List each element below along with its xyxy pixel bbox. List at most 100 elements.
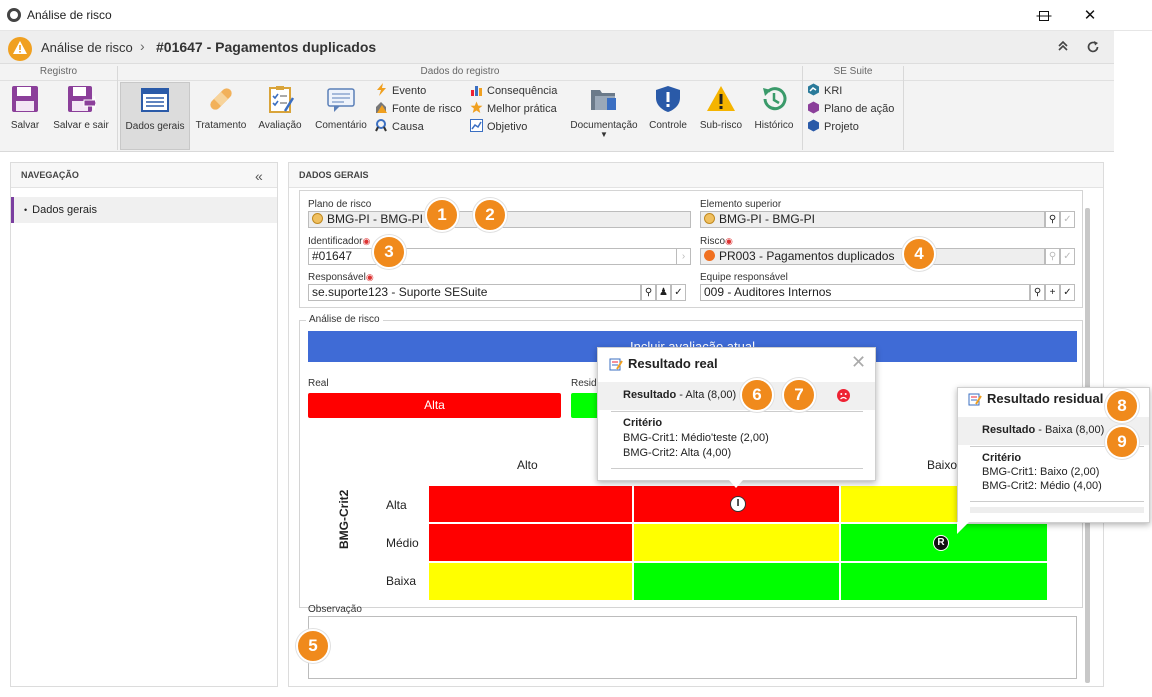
- consequence-label: Consequência: [487, 85, 558, 97]
- documentation-button[interactable]: Documentação ▼: [568, 82, 640, 150]
- refresh-icon[interactable]: [1086, 40, 1100, 57]
- cause-icon: [375, 119, 388, 132]
- comment-button[interactable]: Comentário: [312, 82, 370, 150]
- edit-form-icon: [609, 357, 623, 374]
- cause-label: Causa: [392, 121, 424, 133]
- kri-icon: [807, 83, 820, 96]
- event-button[interactable]: Evento: [375, 82, 467, 100]
- add-icon[interactable]: +: [1045, 284, 1060, 301]
- user-icon[interactable]: ♟: [656, 284, 671, 301]
- checklist-icon: [264, 84, 296, 116]
- action-plan-icon: [807, 101, 820, 114]
- maximize-icon[interactable]: [1021, 0, 1067, 31]
- sidebar-item-label: Dados gerais: [32, 204, 97, 216]
- save-exit-icon: [65, 84, 97, 116]
- residual-marker[interactable]: R: [933, 535, 949, 551]
- search-icon[interactable]: ⚲: [1030, 284, 1045, 301]
- project-button[interactable]: Projeto: [807, 118, 901, 136]
- subrisk-label: Sub-risco: [699, 120, 743, 131]
- matrix-cell[interactable]: [428, 562, 633, 601]
- matrix-cell[interactable]: [633, 523, 840, 562]
- plan-icon: [704, 213, 715, 224]
- parent-element-label: Elemento superior: [700, 199, 782, 210]
- save-button[interactable]: Salvar: [4, 82, 46, 150]
- bar-chart-icon: [470, 83, 483, 96]
- edit-form-icon: [968, 392, 982, 409]
- treatment-label: Tratamento: [195, 120, 247, 131]
- control-label: Controle: [649, 120, 687, 131]
- collapse-left-icon[interactable]: «: [255, 168, 263, 184]
- search-icon[interactable]: ⚲: [641, 284, 656, 301]
- residual-popup-title: Resultado residual: [987, 391, 1104, 406]
- real-marker[interactable]: I: [730, 496, 746, 512]
- best-practice-button[interactable]: Melhor prática: [470, 100, 562, 118]
- column-header: Alto: [517, 458, 538, 472]
- real-result-text: Resultado - Alta (8,00): [623, 389, 737, 401]
- objective-button[interactable]: Objetivo: [470, 118, 562, 136]
- observation-label: Observação: [308, 604, 362, 615]
- breadcrumb-root[interactable]: Análise de risco: [41, 40, 133, 55]
- row-header: Alta: [386, 498, 407, 512]
- window-titlebar: Análise de risco — ✕: [0, 0, 1152, 31]
- callout-badge-6: 6: [740, 378, 774, 412]
- risk-label: Risco◉: [700, 236, 733, 247]
- identifier-label: Identificador◉: [308, 236, 371, 247]
- main-title: DADOS GERAIS: [289, 163, 1103, 188]
- responsible-team-label: Equipe responsável: [700, 272, 788, 283]
- kri-button[interactable]: KRI: [807, 82, 901, 100]
- cause-button[interactable]: Causa: [375, 118, 467, 136]
- collapse-up-icon[interactable]: [1057, 40, 1069, 55]
- shield-icon: [652, 84, 684, 116]
- window-title: Análise de risco: [27, 8, 112, 22]
- search-icon[interactable]: ⚲: [1045, 248, 1060, 265]
- close-popup-icon[interactable]: ✕: [851, 352, 866, 373]
- dropdown-caret-icon: ▼: [600, 130, 608, 139]
- general-data-button[interactable]: Dados gerais: [120, 82, 190, 150]
- sidebar-item-dados-gerais[interactable]: • Dados gerais: [11, 197, 277, 223]
- consequence-button[interactable]: Consequência: [470, 82, 562, 100]
- callout-badge-5: 5: [296, 629, 330, 663]
- clear-icon[interactable]: ✓: [1060, 284, 1075, 301]
- close-window-icon[interactable]: ✕: [1067, 0, 1113, 31]
- risk-source-icon: [375, 101, 388, 114]
- responsible-team-field[interactable]: 009 - Auditores Internos: [700, 284, 1030, 301]
- risk-warning-icon: [8, 37, 32, 61]
- save-and-exit-button[interactable]: Salvar e sair: [50, 82, 112, 150]
- navigation-panel: NAVEGAÇÃO « • Dados gerais: [10, 162, 278, 687]
- matrix-cell[interactable]: [428, 523, 633, 562]
- save-label: Salvar: [10, 120, 40, 131]
- chevron-right-icon[interactable]: ›: [676, 248, 691, 265]
- subrisk-button[interactable]: Sub-risco: [697, 82, 745, 150]
- matrix-y-axis-label: BMG-Crit2: [337, 489, 351, 549]
- event-label: Evento: [392, 85, 427, 97]
- control-button[interactable]: Controle: [644, 82, 692, 150]
- clear-icon[interactable]: ✓: [1060, 248, 1075, 265]
- evaluation-button[interactable]: Avaliação: [254, 82, 306, 150]
- observation-textarea[interactable]: [308, 616, 1077, 679]
- matrix-cell[interactable]: [840, 562, 1048, 601]
- line-chart-icon: [470, 119, 483, 132]
- search-icon[interactable]: ⚲: [1045, 211, 1060, 228]
- action-plan-button[interactable]: Plano de ação: [807, 100, 901, 118]
- bandage-icon: [205, 84, 237, 116]
- risk-source-label: Fonte de risco: [392, 103, 462, 115]
- residual-label: Resid: [571, 378, 597, 389]
- real-result-badge[interactable]: Alta: [308, 393, 561, 418]
- comment-label: Comentário: [315, 120, 367, 131]
- risk-source-button[interactable]: Fonte de risco: [375, 100, 467, 118]
- history-button[interactable]: Histórico: [750, 82, 798, 150]
- treatment-button[interactable]: Tratamento: [193, 82, 249, 150]
- callout-badge-4: 4: [902, 237, 936, 271]
- residual-criteria-title: Critério: [982, 452, 1022, 464]
- matrix-cell[interactable]: [633, 562, 840, 601]
- residual-criteria-item: BMG-Crit2: Médio (4,00): [982, 480, 1102, 492]
- page-title: #01647 - Pagamentos duplicados: [156, 39, 377, 55]
- matrix-cell[interactable]: [428, 485, 633, 523]
- identifier-field[interactable]: #01647: [308, 248, 677, 265]
- responsible-field[interactable]: se.suporte123 - Suporte SESuite: [308, 284, 641, 301]
- navigation-title: NAVEGAÇÃO: [11, 163, 277, 188]
- sad-face-icon: [837, 389, 850, 402]
- clear-icon[interactable]: ✓: [671, 284, 686, 301]
- comment-icon: [325, 84, 357, 116]
- clear-icon[interactable]: ✓: [1060, 211, 1075, 228]
